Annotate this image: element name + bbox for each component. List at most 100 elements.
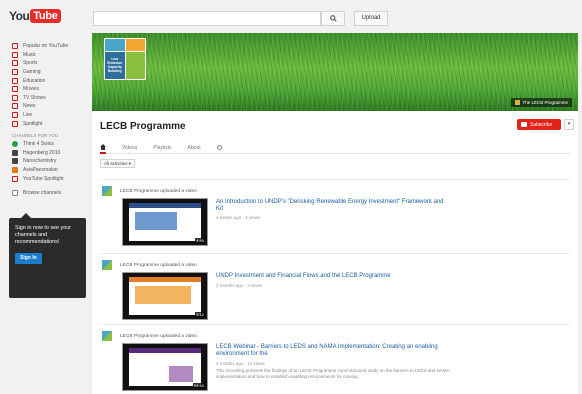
video-thumbnail[interactable]: 54:40 bbox=[122, 343, 208, 391]
spotlight-icon bbox=[12, 120, 18, 127]
video-duration: 54:40 bbox=[192, 383, 205, 388]
logo-tube: Tube bbox=[30, 9, 61, 23]
feed-item-header: LECB Programme uploaded a video bbox=[102, 331, 197, 341]
guide-sidebar: Popular on YouTube Music Sports Gaming E… bbox=[0, 36, 90, 394]
upload-button[interactable]: Upload bbox=[354, 11, 388, 26]
sidebar-item-gaming[interactable]: Gaming bbox=[0, 68, 90, 77]
channel-avatar-icon bbox=[12, 149, 18, 156]
youtube-logo[interactable]: You Tube bbox=[9, 9, 61, 23]
video-duration: 3:12 bbox=[195, 312, 205, 317]
video-meta: 4 weeks ago · 1 views bbox=[216, 215, 261, 220]
sidebar-item-popular[interactable]: Popular on YouTube bbox=[0, 42, 90, 51]
sidebar-item-label: Spotlight bbox=[23, 120, 43, 127]
sidebar-item-label: YouTube Spotlight bbox=[23, 175, 64, 182]
home-icon bbox=[100, 143, 106, 150]
signin-button[interactable]: Sign In bbox=[15, 253, 42, 264]
browse-channels-link[interactable]: Browse channels bbox=[0, 189, 90, 198]
sidebar-channel[interactable]: Nanochemistry bbox=[0, 157, 90, 166]
tab-playlists[interactable]: Playlists bbox=[153, 141, 171, 154]
gaming-icon bbox=[12, 69, 18, 76]
tab-videos[interactable]: Videos bbox=[122, 141, 137, 154]
sidebar-channel[interactable]: Hagenberg 2010 bbox=[0, 149, 90, 158]
sidebar-item-label: Sports bbox=[23, 60, 38, 67]
channel-logo[interactable]: Low Emission Capacity Building bbox=[104, 38, 146, 80]
sidebar-item-label: Hagenberg 2010 bbox=[23, 149, 61, 156]
channel-avatar[interactable] bbox=[102, 186, 112, 196]
thumbnail-image bbox=[129, 277, 201, 315]
sidebar-item-spotlight[interactable]: Spotlight bbox=[0, 119, 90, 128]
video-duration: 4:45 bbox=[195, 238, 205, 243]
sidebar-item-movies[interactable]: Movies bbox=[0, 85, 90, 94]
tab-about[interactable]: About bbox=[188, 141, 201, 154]
feed-item-action: LECB Programme uploaded a video bbox=[120, 333, 197, 339]
sidebar-item-tv-shows[interactable]: TV Shows bbox=[0, 94, 90, 103]
video-thumbnail[interactable]: 3:12 bbox=[122, 272, 208, 320]
feed-item-header: LECB Programme uploaded a video bbox=[102, 260, 197, 270]
logo-tile bbox=[105, 39, 125, 51]
sidebar-item-label: Movies bbox=[23, 86, 39, 93]
sports-icon bbox=[12, 60, 18, 67]
sidebar-item-education[interactable]: Education bbox=[0, 76, 90, 85]
feed-item-action: LECB Programme uploaded a video bbox=[120, 262, 197, 268]
sidebar-item-label: Gaming bbox=[23, 69, 41, 76]
video-description: This recording presents the findings of … bbox=[216, 368, 450, 379]
channel-avatar-icon bbox=[12, 167, 18, 174]
search-input[interactable] bbox=[93, 11, 321, 26]
tab-search[interactable] bbox=[216, 141, 222, 154]
link-icon bbox=[515, 100, 521, 105]
sidebar-item-live[interactable]: Live bbox=[0, 111, 90, 120]
sidebar-item-label: Browse channels bbox=[23, 190, 62, 197]
sidebar-item-news[interactable]: News bbox=[0, 102, 90, 111]
thumbnail-image bbox=[129, 348, 201, 386]
sidebar-item-label: News bbox=[23, 103, 36, 110]
movies-icon bbox=[12, 86, 18, 93]
channel-title[interactable]: LECB Programme bbox=[100, 121, 186, 132]
video-title-link[interactable]: An Introduction to UNDP's "Derisking Ren… bbox=[216, 199, 452, 213]
feed-item-header: LECB Programme uploaded a video bbox=[102, 186, 197, 196]
search-button[interactable] bbox=[321, 11, 345, 26]
search-icon bbox=[329, 15, 337, 22]
popular-icon bbox=[12, 43, 18, 50]
video-meta: 3 months ago · 13 views bbox=[216, 361, 265, 366]
plus-icon bbox=[12, 190, 18, 197]
banner-link-label: The LECB Programme bbox=[522, 100, 568, 105]
sidebar-item-sports[interactable]: Sports bbox=[0, 59, 90, 68]
sidebar-item-label: Education bbox=[23, 77, 46, 84]
feed-item: LECB Programme uploaded a video 4:45 An … bbox=[100, 179, 570, 257]
news-icon bbox=[12, 103, 18, 110]
channels-heading: CHANNELS FOR YOU bbox=[12, 132, 59, 138]
logo-tile bbox=[125, 51, 145, 79]
subscription-options-button[interactable]: ▾ bbox=[564, 119, 574, 130]
logo-you: You bbox=[9, 9, 30, 23]
sidebar-item-label: AsiaPacemaker bbox=[23, 167, 59, 174]
channel-avatar-icon bbox=[12, 158, 18, 165]
channel-avatar[interactable] bbox=[102, 260, 112, 270]
activity-filter-dropdown[interactable]: All activities ▾ bbox=[100, 159, 136, 168]
subscribe-label: Subscribe bbox=[530, 121, 553, 128]
search-icon bbox=[216, 145, 222, 150]
live-icon bbox=[12, 112, 18, 119]
channel-page: Low Emission Capacity Building The LECB … bbox=[92, 33, 578, 394]
feed-item: LECB Programme uploaded a video 54:40 LE… bbox=[100, 324, 570, 394]
signin-promo-text: Sign in now to see your channels and rec… bbox=[15, 225, 72, 245]
video-title-link[interactable]: LECB Webinar - Barriers to LEDS and NAMA… bbox=[216, 344, 452, 358]
sidebar-item-music[interactable]: Music bbox=[0, 51, 90, 60]
sidebar-channel[interactable]: YouTube Spotlight bbox=[0, 174, 90, 183]
sidebar-item-label: Popular on YouTube bbox=[23, 43, 69, 50]
video-title-link[interactable]: UNDP Investment and Financial Flows and … bbox=[216, 273, 452, 280]
subscribe-icon bbox=[521, 122, 527, 127]
video-meta: 2 months ago · 3 views bbox=[216, 283, 263, 288]
sidebar-channel[interactable]: AsiaPacemaker bbox=[0, 166, 90, 175]
banner-link[interactable]: The LECB Programme bbox=[511, 98, 572, 107]
sidebar-channel[interactable]: Think 4 Swiss bbox=[0, 140, 90, 149]
video-thumbnail[interactable]: 4:45 bbox=[122, 198, 208, 246]
channel-avatar[interactable] bbox=[102, 331, 112, 341]
signin-promo: Sign in now to see your channels and rec… bbox=[9, 213, 86, 298]
sidebar-item-label: Nanochemistry bbox=[23, 158, 57, 165]
tab-home[interactable] bbox=[100, 141, 106, 154]
feed-item-action: LECB Programme uploaded a video bbox=[120, 188, 197, 194]
education-icon bbox=[12, 77, 18, 84]
subscribe-button[interactable]: Subscribe bbox=[517, 119, 561, 130]
thumbnail-image bbox=[129, 203, 201, 241]
logo-tile-text: Low Emission Capacity Building bbox=[105, 51, 125, 79]
